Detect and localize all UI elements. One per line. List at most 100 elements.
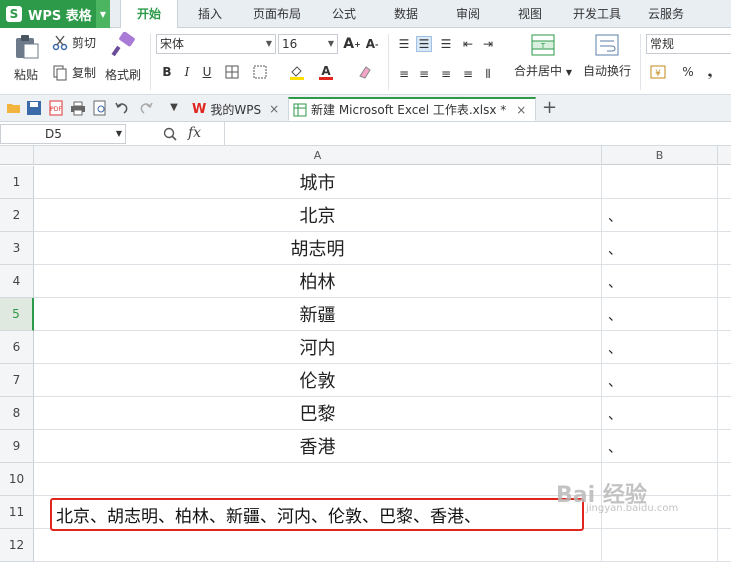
customize-dropdown-icon[interactable]: ▼: [166, 100, 182, 116]
italic-button[interactable]: I: [179, 64, 195, 80]
cell-c[interactable]: [718, 265, 731, 298]
align-right-icon[interactable]: ≡: [438, 66, 454, 82]
increase-indent-icon[interactable]: ⇥: [480, 36, 496, 52]
tab-developer[interactable]: 开发工具: [564, 0, 630, 28]
row-header[interactable]: 1: [0, 166, 34, 199]
cell-a[interactable]: 河内: [34, 331, 602, 364]
close-icon[interactable]: ×: [516, 103, 526, 117]
column-header-b[interactable]: B: [602, 146, 718, 165]
tab-review[interactable]: 审阅: [442, 0, 494, 28]
doc-tab-workbook[interactable]: 新建 Microsoft Excel 工作表.xlsx * ×: [288, 97, 536, 121]
increase-font-icon[interactable]: A +: [343, 36, 361, 52]
cell-c[interactable]: [718, 430, 731, 463]
decrease-indent-icon[interactable]: ⇤: [460, 36, 476, 52]
row-header[interactable]: 3: [0, 232, 34, 265]
cell-style-icon[interactable]: [252, 64, 268, 80]
number-format-select[interactable]: 常规: [646, 34, 731, 54]
decrease-font-icon[interactable]: A-: [364, 36, 380, 52]
cell-c[interactable]: [718, 529, 731, 562]
borders-icon[interactable]: [224, 64, 240, 80]
cell-b[interactable]: 、: [602, 364, 718, 397]
row-header[interactable]: 10: [0, 463, 34, 496]
cell-b[interactable]: 、: [602, 298, 718, 331]
row-header[interactable]: 8: [0, 397, 34, 430]
cell-a[interactable]: 新疆: [34, 298, 602, 331]
doc-tab-my-wps[interactable]: W 我的WPS ×: [188, 97, 286, 121]
save-icon[interactable]: [26, 100, 42, 116]
align-top-icon[interactable]: ☰: [396, 36, 412, 52]
cell-b[interactable]: 、: [602, 232, 718, 265]
distribute-icon[interactable]: ⫴: [480, 66, 496, 82]
cell-c[interactable]: [718, 496, 731, 529]
cell-b[interactable]: 、: [602, 430, 718, 463]
bold-button[interactable]: B: [159, 64, 175, 80]
sheet-grid[interactable]: A B 1 城市 2 北京、 3 胡志明、 4 柏林、 5 新疆、 6 河内、 7 伦敦、 8 巴黎、 9 香港、…: [0, 146, 731, 562]
row-header[interactable]: 4: [0, 265, 34, 298]
justify-icon[interactable]: ≡: [460, 66, 476, 82]
wrap-text-button[interactable]: 自动换行: [580, 34, 634, 79]
cell-b[interactable]: 、: [602, 265, 718, 298]
app-menu-button[interactable]: S WPS 表格 ▼: [0, 0, 110, 28]
tab-view[interactable]: 视图: [504, 0, 556, 28]
cell-c[interactable]: [718, 199, 731, 232]
align-left-icon[interactable]: ≡: [396, 66, 412, 82]
font-size-select[interactable]: 16 ▼: [278, 34, 338, 54]
align-middle-icon[interactable]: ☰: [416, 36, 432, 52]
clear-format-icon[interactable]: [356, 64, 372, 80]
zoom-search-icon[interactable]: [162, 126, 178, 145]
fx-icon[interactable]: fx: [188, 125, 201, 141]
row-header[interactable]: 6: [0, 331, 34, 364]
currency-icon[interactable]: ¥: [650, 64, 666, 80]
column-header-c[interactable]: [718, 146, 731, 165]
highlighted-result-cell[interactable]: 北京、胡志明、柏林、新疆、河内、伦敦、巴黎、香港、: [50, 498, 584, 531]
export-pdf-icon[interactable]: PDF: [48, 100, 64, 116]
cell-a[interactable]: 伦敦: [34, 364, 602, 397]
close-icon[interactable]: ×: [269, 102, 279, 116]
cell-a[interactable]: 柏林: [34, 265, 602, 298]
cell-c[interactable]: [718, 331, 731, 364]
app-menu-dropdown-icon[interactable]: ▼: [96, 0, 110, 28]
formula-input[interactable]: [224, 122, 731, 146]
row-header[interactable]: 11: [0, 496, 34, 529]
cell-c[interactable]: [718, 364, 731, 397]
cell-c[interactable]: [718, 463, 731, 496]
tab-data[interactable]: 数据: [380, 0, 432, 28]
cell-a[interactable]: 胡志明: [34, 232, 602, 265]
cell-b[interactable]: [602, 529, 718, 562]
cell-b[interactable]: [602, 166, 718, 199]
row-header[interactable]: 12: [0, 529, 34, 562]
fill-color-icon[interactable]: [289, 64, 305, 80]
cell-b[interactable]: 、: [602, 199, 718, 232]
underline-button[interactable]: U: [199, 64, 215, 80]
row-header[interactable]: 7: [0, 364, 34, 397]
format-painter-button[interactable]: 格式刷: [104, 32, 142, 83]
new-tab-button[interactable]: +: [542, 97, 557, 118]
font-name-select[interactable]: 宋体 ▼: [156, 34, 276, 54]
font-color-icon[interactable]: A: [318, 64, 334, 80]
copy-button[interactable]: 复制: [52, 64, 96, 81]
row-header[interactable]: 2: [0, 199, 34, 232]
undo-icon[interactable]: [114, 100, 130, 116]
cell-a[interactable]: [34, 463, 602, 496]
tab-insert[interactable]: 插入: [184, 0, 236, 28]
cell-a[interactable]: 巴黎: [34, 397, 602, 430]
redo-icon[interactable]: [138, 100, 154, 116]
cell-c[interactable]: [718, 397, 731, 430]
cut-button[interactable]: 剪切: [52, 34, 96, 51]
print-preview-icon[interactable]: [92, 100, 108, 116]
percent-button[interactable]: %: [680, 64, 696, 80]
cell-c[interactable]: [718, 298, 731, 331]
column-header-a[interactable]: A: [34, 146, 602, 165]
cell-b[interactable]: 、: [602, 397, 718, 430]
row-header[interactable]: 9: [0, 430, 34, 463]
tab-cloud-service[interactable]: 云服务: [638, 0, 694, 28]
tab-page-layout[interactable]: 页面布局: [244, 0, 310, 28]
cell-a[interactable]: [34, 529, 602, 562]
print-icon[interactable]: [70, 100, 86, 116]
cell-c[interactable]: [718, 166, 731, 199]
tab-home[interactable]: 开始: [120, 0, 178, 29]
align-bottom-icon[interactable]: ☰: [438, 36, 454, 52]
row-header[interactable]: 5: [0, 298, 34, 331]
cell-c[interactable]: [718, 232, 731, 265]
cell-b[interactable]: 、: [602, 331, 718, 364]
